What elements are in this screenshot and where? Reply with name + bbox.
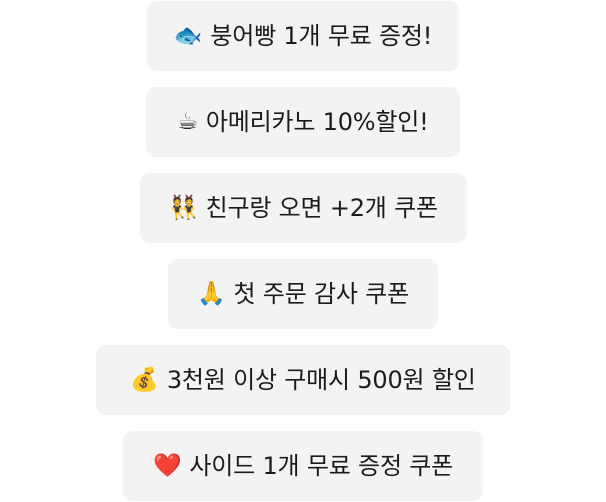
coupon-chip-first-order-thanks[interactable]: 🙏 첫 주문 감사 쿠폰 [168, 259, 438, 329]
coupon-chip-americano-discount[interactable]: ☕ 아메리카노 10%할인! [146, 87, 460, 157]
coupon-label: 첫 주문 감사 쿠폰 [233, 280, 410, 308]
money-bag-icon: 💰 [130, 366, 159, 393]
coupon-chip-free-bungeoppang[interactable]: 🐟 붕어빵 1개 무료 증정! [147, 1, 459, 71]
coupon-chip-purchase-discount[interactable]: 💰 3천원 이상 구매시 500원 할인 [96, 345, 510, 415]
coupon-chip-free-side[interactable]: ❤️ 사이드 1개 무료 증정 쿠폰 [123, 431, 483, 501]
coffee-icon: ☕ [177, 108, 198, 135]
heart-icon: ❤️ [152, 452, 182, 479]
coupon-chip-friends-bonus[interactable]: 👯 친구랑 오면 +2개 쿠폰 [140, 173, 467, 243]
coupon-label: 3천원 이상 구매시 500원 할인 [166, 366, 476, 394]
coupon-label: 사이드 1개 무료 증정 쿠폰 [189, 452, 454, 480]
coupon-label: 친구랑 오면 +2개 쿠폰 [205, 194, 439, 222]
coupon-list: 🐟 붕어빵 1개 무료 증정! ☕ 아메리카노 10%할인! 👯 친구랑 오면 … [0, 0, 606, 502]
coupon-label: 아메리카노 10%할인! [205, 108, 429, 136]
coupon-label: 붕어빵 1개 무료 증정! [210, 22, 433, 50]
friends-icon: 👯 [169, 194, 198, 221]
folded-hands-icon: 🙏 [197, 280, 226, 307]
fish-icon: 🐟 [173, 22, 203, 49]
